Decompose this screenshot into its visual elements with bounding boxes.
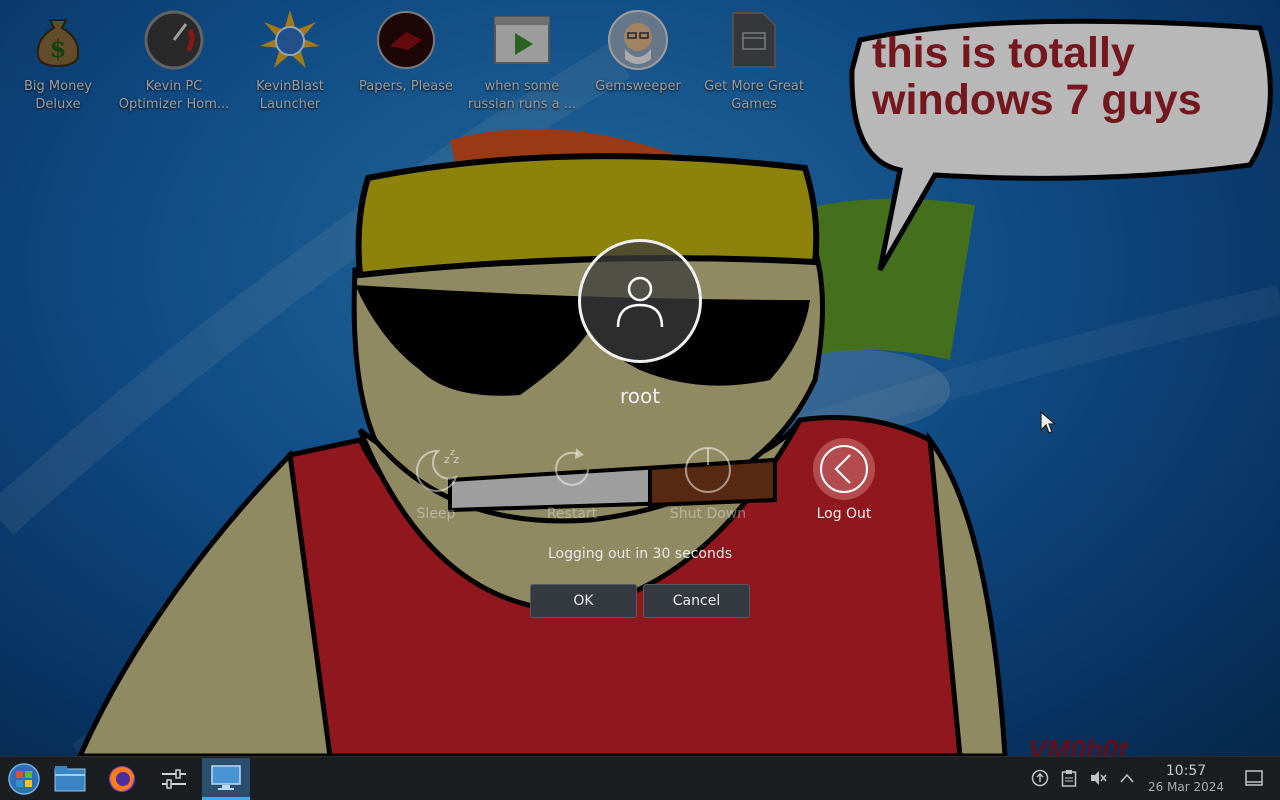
clipboard-icon [1061, 770, 1077, 787]
logout-countdown-text: Logging out in 30 seconds [547, 546, 733, 562]
tray-clipboard[interactable] [1058, 767, 1080, 789]
firefox-icon [109, 766, 135, 792]
taskbar-system-settings[interactable] [150, 758, 198, 800]
sleep-label: Sleep [416, 506, 456, 522]
shut-down-label: Shut Down [669, 506, 747, 522]
mouse-cursor-icon [1040, 411, 1056, 434]
cancel-button[interactable]: Cancel [643, 584, 750, 618]
file-manager-icon [54, 766, 86, 792]
taskbar [0, 756, 1280, 800]
log-out-button[interactable]: Log Out [789, 438, 899, 522]
sleep-button[interactable]: z zz Sleep [381, 438, 491, 522]
expand-tray-icon [1120, 773, 1134, 783]
shut-down-button[interactable]: Shut Down [653, 438, 763, 522]
clock-time[interactable]: 10:57 [1148, 763, 1224, 779]
log-out-label: Log Out [816, 506, 872, 522]
restart-label: Restart [546, 506, 598, 522]
show-desktop-button[interactable] [1243, 767, 1265, 789]
volume-muted-icon [1091, 771, 1107, 785]
remote-desktop-icon [211, 764, 241, 790]
settings-sliders-icon [162, 769, 186, 789]
start-menu-button[interactable] [0, 758, 48, 800]
tray-volume[interactable] [1087, 767, 1109, 789]
taskbar-remote-desktop[interactable] [202, 758, 250, 800]
user-avatar [578, 239, 702, 363]
svg-text:z: z [450, 448, 455, 458]
log-out-arrow-icon [813, 438, 875, 500]
ok-button[interactable]: OK [530, 584, 637, 618]
restart-icon [541, 438, 603, 500]
power-icon [677, 438, 739, 500]
clock-date[interactable]: 26 Mar 2024 [1140, 780, 1232, 794]
tray-expand[interactable] [1116, 767, 1138, 789]
start-orb-icon [8, 763, 40, 795]
user-icon [616, 276, 664, 328]
restart-button[interactable]: Restart [517, 438, 627, 522]
taskbar-file-manager[interactable] [46, 758, 94, 800]
show-desktop-icon [1245, 770, 1263, 786]
update-icon [1031, 769, 1049, 787]
taskbar-firefox[interactable] [98, 758, 146, 800]
sleep-moon-icon: z zz [405, 438, 467, 500]
tray-update[interactable] [1029, 767, 1051, 789]
username-label: root [619, 384, 661, 408]
